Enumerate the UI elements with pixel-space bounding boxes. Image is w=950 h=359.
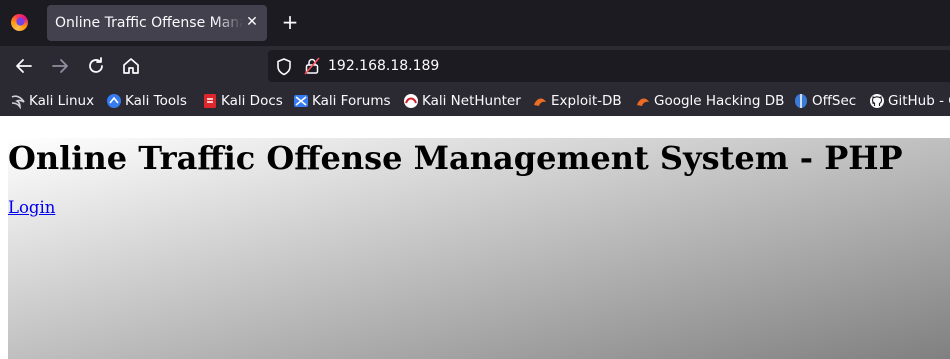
home-button[interactable] xyxy=(119,54,143,78)
exploit-db-icon xyxy=(534,98,546,106)
tab-strip: Online Traffic Offense Management System… xyxy=(0,0,950,46)
bookmark-label: GitHub - G xyxy=(888,93,950,109)
address-bar[interactable]: 192.168.18.189 xyxy=(268,50,950,82)
back-arrow-icon xyxy=(16,59,32,73)
bookmark-label: Kali Forums xyxy=(312,93,391,109)
kali-forums-icon xyxy=(294,95,308,107)
bookmark-label: Google Hacking DB xyxy=(654,93,785,109)
kali-dragon-icon xyxy=(11,95,25,109)
bookmark-label: OffSec xyxy=(812,93,857,109)
kali-tools-icon xyxy=(107,94,121,108)
firefox-icon[interactable] xyxy=(11,14,28,31)
page-viewport: Online Traffic Offense Management System… xyxy=(0,116,950,359)
reload-button[interactable] xyxy=(84,54,108,78)
bookmark-label: Exploit-DB xyxy=(551,93,622,109)
bookmark-label: Kali NetHunter xyxy=(422,93,521,109)
bookmark-label: Kali Linux xyxy=(29,93,95,109)
back-button[interactable] xyxy=(12,54,36,78)
navigation-toolbar: 192.168.18.189 xyxy=(0,46,950,86)
tab-active[interactable]: Online Traffic Offense Management System… xyxy=(47,5,267,41)
tab-close-icon[interactable]: ✕ xyxy=(243,12,261,32)
ghdb-icon xyxy=(637,98,649,106)
github-icon xyxy=(870,94,884,108)
tracking-shield-icon[interactable] xyxy=(276,58,292,76)
insecure-lock-icon[interactable] xyxy=(304,57,320,75)
kali-docs-icon xyxy=(204,94,216,108)
forward-arrow-icon xyxy=(52,59,68,73)
home-icon xyxy=(123,58,139,74)
bookmark-label: Kali Docs xyxy=(221,93,283,109)
page-title: Online Traffic Offense Management System… xyxy=(8,139,903,177)
tab-title: Online Traffic Offense Management System… xyxy=(55,15,243,31)
kali-nethunter-icon xyxy=(404,94,418,108)
login-link[interactable]: Login xyxy=(8,198,55,218)
forward-button[interactable] xyxy=(48,54,72,78)
url-text[interactable]: 192.168.18.189 xyxy=(328,57,439,75)
reload-icon xyxy=(89,57,103,73)
bookmarks-toolbar: Kali Linux Kali Tools Kali Docs Kali For… xyxy=(0,86,950,116)
offsec-icon xyxy=(795,94,807,108)
gradient-container: Online Traffic Offense Management System… xyxy=(8,138,950,359)
bookmark-label: Kali Tools xyxy=(125,93,187,109)
new-tab-button[interactable]: + xyxy=(279,11,301,33)
